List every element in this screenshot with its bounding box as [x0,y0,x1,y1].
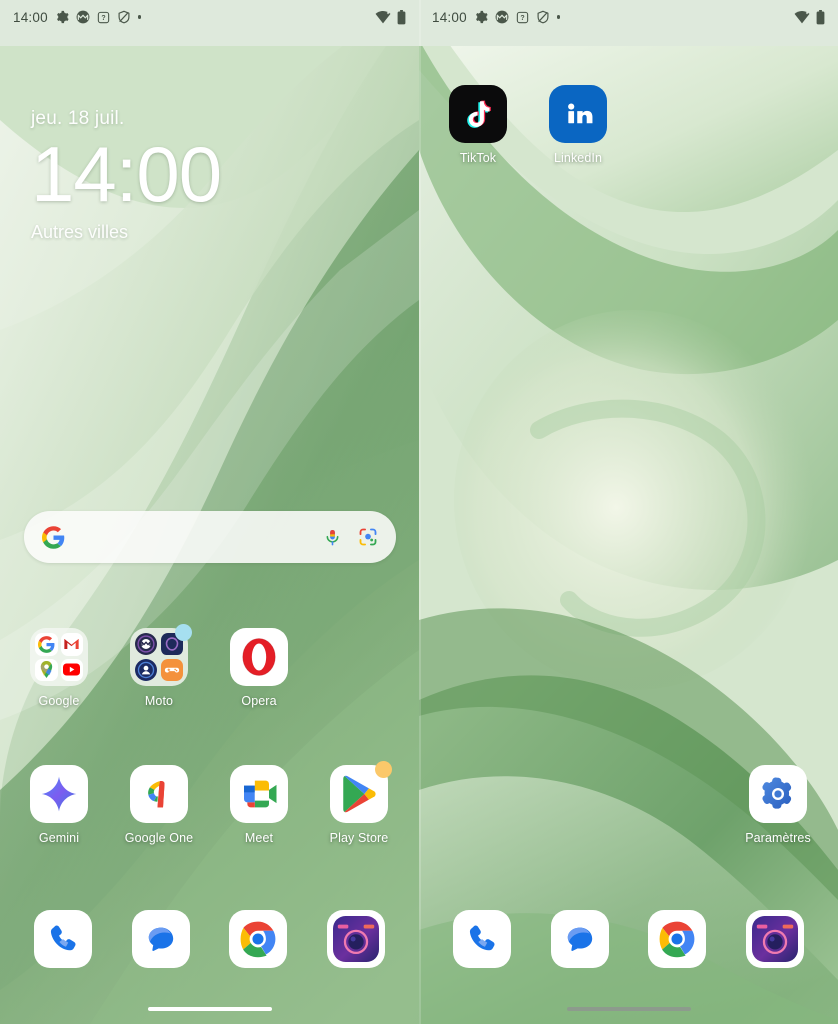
status-bar-left: 14:00 ? [0,0,419,34]
linkedin-icon [549,85,607,143]
help-box-icon: ? [516,11,528,23]
app-label: Gemini [38,831,80,845]
camera-icon [746,910,805,968]
tiktok-icon-body [449,85,507,143]
status-bar-clock: 14:00 [432,9,467,25]
status-bar-right-group [375,9,406,25]
clock-time: 14:00 [31,130,222,218]
status-bar-right: 14:00 ? [419,0,838,34]
google-folder-icon [30,628,88,686]
home-indicator[interactable] [566,1007,691,1011]
opera-icon [230,628,288,686]
right-home-screen: 14:00 ? TikTok LinkedIn Paramètres [419,0,838,1024]
app-moto-folder[interactable]: Moto [117,624,201,708]
dock-left [0,910,419,968]
app-google-one[interactable]: Google One [117,765,201,845]
moto-folder-icon [130,624,192,686]
moto-icon [495,10,509,24]
app-label: Google One [124,831,194,845]
gemini-icon [30,765,88,823]
app-meet[interactable]: Meet [217,765,301,845]
wifi-icon [794,11,810,24]
gmail-icon [60,633,83,656]
app-google-folder[interactable]: Google [17,628,101,708]
moto-gametime-icon [160,658,184,682]
dock-app-phone[interactable] [33,910,92,968]
status-bar-left-group: 14:00 ? [13,9,142,25]
status-bar-clock: 14:00 [13,9,48,25]
app-label: Moto [144,694,174,708]
status-bar-left-group: 14:00 ? [432,9,561,25]
clock-date: jeu. 18 juil. [31,108,125,129]
app-label: Meet [244,831,274,845]
app-parametres[interactable]: Paramètres [736,765,820,845]
dock-right [419,910,838,968]
app-label: Opera [241,694,277,708]
dock-app-chrome[interactable] [648,910,707,968]
messages-icon [131,910,190,968]
camera-icon [327,910,386,968]
phone-icon [33,910,92,968]
google-maps-icon [35,658,58,681]
messages-icon [550,910,609,968]
app-label: Google [38,694,80,708]
google-one-icon [130,765,188,823]
clock-subtitle: Autres villes [31,222,129,243]
chrome-icon [229,910,288,968]
app-opera[interactable]: Opera [217,628,301,708]
gear-icon [56,10,69,24]
app-label: LinkedIn [553,151,603,165]
app-play-store[interactable]: Play Store [317,761,401,845]
svg-text:?: ? [520,15,524,22]
battery-icon [816,9,825,24]
dock-app-camera[interactable] [327,910,386,968]
google-meet-icon [230,765,288,823]
shield-slash-icon [118,10,130,24]
app-label: Play Store [329,831,389,845]
camera-icon-body [746,910,804,968]
camera-icon-body [327,910,385,968]
app-label: Paramètres [745,831,811,845]
microphone-icon[interactable] [323,528,342,547]
help-box-icon: ? [97,11,109,23]
gear-icon [475,10,488,24]
dock-app-chrome[interactable] [229,910,288,968]
status-bar-right-group [794,9,825,25]
google-lens-icon[interactable] [358,527,378,547]
dot-icon [556,15,561,19]
settings-gear-icon [749,765,807,823]
phone-icon [452,910,511,968]
google-search-bar[interactable] [24,511,396,563]
moto-icon [135,633,158,656]
folder-preview-grid [30,628,88,686]
svg-text:?: ? [101,15,105,22]
google-g-icon [42,525,65,549]
linkedin-icon-body [549,85,607,143]
home-indicator[interactable] [147,1007,272,1011]
clock-widget[interactable]: jeu. 18 juil. 14:00 Autres villes [31,108,222,243]
dock-app-phone[interactable] [452,910,511,968]
app-linkedin[interactable]: LinkedIn [536,85,620,165]
moto-account-icon [135,658,158,682]
youtube-icon [60,658,83,681]
moto-icon [76,10,90,24]
wifi-icon [375,11,391,24]
dock-app-messages[interactable] [131,910,190,968]
dock-app-camera[interactable] [746,910,805,968]
dual-screenshot-container: 14:00 ? jeu. 18 juil. 14:00 Autres ville… [0,0,838,1024]
app-tiktok[interactable]: TikTok [436,85,520,165]
left-home-screen: 14:00 ? jeu. 18 juil. 14:00 Autres ville… [0,0,419,1024]
google-g-icon [35,633,58,656]
dot-icon [137,15,142,19]
tiktok-icon [449,85,507,143]
dock-app-messages[interactable] [550,910,609,968]
shield-slash-icon [537,10,549,24]
app-gemini[interactable]: Gemini [17,765,101,845]
notification-badge [175,624,192,641]
app-label: TikTok [459,151,497,165]
notification-badge [375,761,392,778]
play-store-icon [330,761,392,823]
battery-icon [397,9,406,24]
chrome-icon [648,910,707,968]
